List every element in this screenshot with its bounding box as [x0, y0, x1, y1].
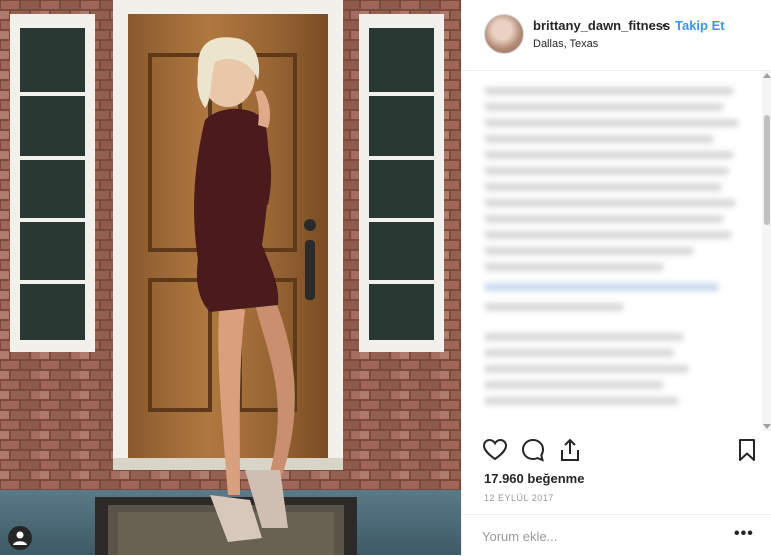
post-sidebar: brittany_dawn_fitness • Takip Et Dallas,… [461, 0, 771, 555]
post-header: brittany_dawn_fitness • Takip Et Dallas,… [462, 0, 771, 71]
blurred-text [484, 151, 734, 159]
comment-icon [521, 438, 545, 462]
more-options-button[interactable]: ••• [734, 525, 754, 543]
blurred-text [484, 119, 739, 127]
blurred-text [484, 247, 694, 255]
comment-button[interactable] [520, 437, 546, 463]
comment-input[interactable] [482, 526, 702, 546]
scroll-down-arrow[interactable] [763, 424, 771, 429]
blurred-text [484, 365, 689, 373]
separator-dot: • [662, 18, 667, 33]
heart-icon [482, 438, 508, 461]
comments-area[interactable] [462, 71, 762, 431]
post-photo[interactable] [0, 0, 461, 555]
blurred-text [484, 231, 732, 239]
user-tag-button[interactable] [8, 526, 32, 550]
username-link[interactable]: brittany_dawn_fitness [533, 18, 670, 33]
share-icon [561, 438, 579, 461]
blurred-text [484, 103, 724, 111]
share-button[interactable] [557, 437, 583, 463]
blurred-text [484, 167, 729, 175]
scroll-thumb[interactable] [764, 115, 770, 225]
blurred-text [484, 397, 679, 405]
scrollbar[interactable] [762, 71, 771, 431]
bookmark-icon [739, 439, 755, 461]
post-date: 12 EYLÜL 2017 [484, 493, 554, 503]
likes-count[interactable]: 17.960 beğenme [484, 471, 584, 486]
blurred-text [484, 199, 736, 207]
save-button[interactable] [734, 437, 760, 463]
blurred-text [484, 333, 684, 341]
blurred-text [484, 183, 722, 191]
blurred-text [484, 283, 719, 291]
blurred-text [484, 135, 714, 143]
avatar[interactable] [484, 14, 524, 54]
action-bar [462, 432, 771, 468]
blurred-text [484, 263, 664, 271]
post-image [0, 0, 461, 555]
user-icon [13, 531, 27, 545]
follow-button[interactable]: Takip Et [675, 18, 725, 33]
blurred-text [484, 381, 664, 389]
blurred-text [484, 303, 624, 311]
like-button[interactable] [482, 437, 508, 463]
blurred-text [484, 215, 724, 223]
blurred-text [484, 349, 674, 357]
location-link[interactable]: Dallas, Texas [533, 38, 598, 50]
comment-bar: ••• [462, 514, 771, 556]
scroll-up-arrow[interactable] [763, 73, 771, 78]
blurred-text [484, 87, 734, 95]
